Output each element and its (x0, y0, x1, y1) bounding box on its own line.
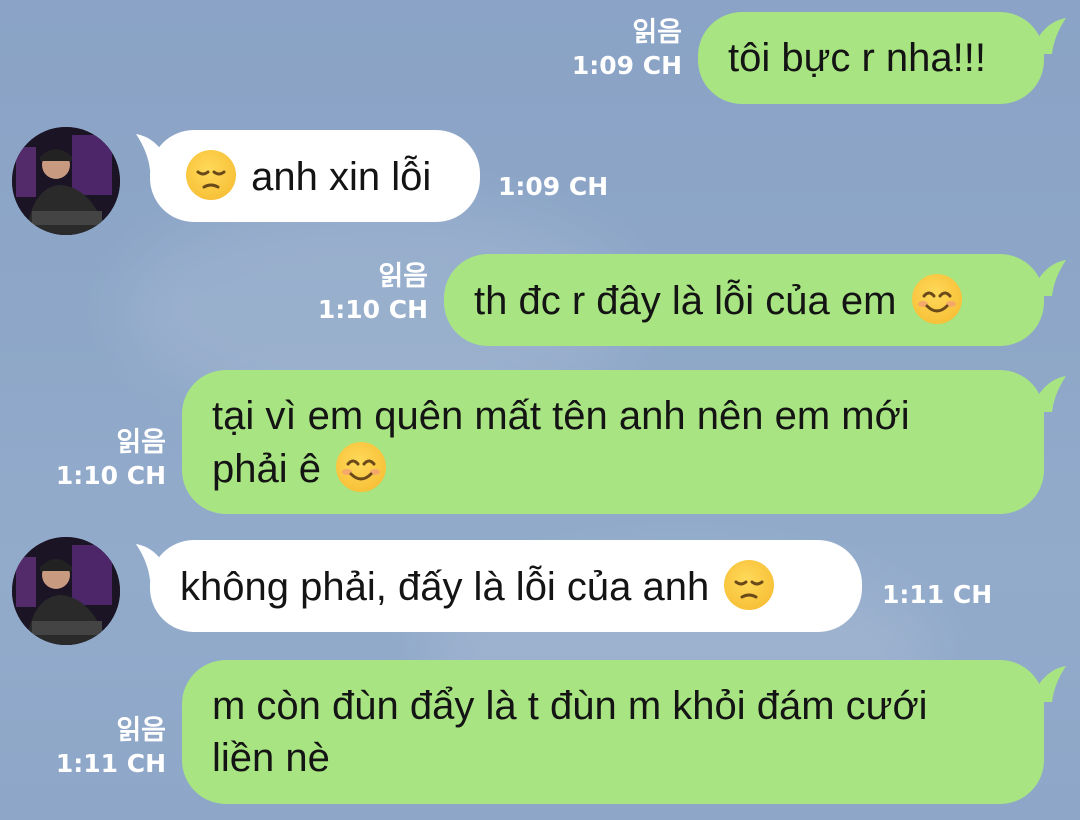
message-meta: 읽음 1:11 CH (24, 714, 166, 780)
avatar[interactable] (12, 537, 120, 645)
read-status: 읽음 (116, 427, 166, 458)
avatar[interactable] (12, 127, 120, 235)
message-text: tôi bực r nha!!! (728, 36, 987, 80)
pensive-face-icon (186, 150, 236, 200)
message-text-line-2: liền nè (212, 736, 330, 780)
message-text-line-1: m còn đùn đẩy là t đùn m khỏi đám cưới (212, 684, 928, 728)
timestamp: 1:09 CH (498, 172, 609, 201)
message-bubble[interactable]: tại vì em quên mất tên anh nên em mới ph… (182, 370, 1044, 514)
timestamp: 1:11 CH (55, 749, 166, 778)
timestamp: 1:09 CH (571, 51, 682, 80)
message-meta: 읽음 1:10 CH (24, 426, 166, 492)
timestamp: 1:10 CH (317, 295, 428, 324)
read-status: 읽음 (378, 261, 428, 292)
message-bubble[interactable]: tôi bực r nha!!! (698, 12, 1044, 104)
message-bubble[interactable]: không phải, đấy là lỗi của anh (150, 540, 862, 632)
message-bubble[interactable]: th đc r đây là lỗi của em (444, 254, 1044, 346)
message-bubble[interactable]: anh xin lỗi (150, 130, 480, 222)
message-bubble[interactable]: m còn đùn đẩy là t đùn m khỏi đám cưới l… (182, 660, 1044, 804)
message-text: không phải, đấy là lỗi của anh (180, 565, 710, 609)
read-status: 읽음 (632, 17, 682, 48)
smiling-face-icon (336, 442, 387, 492)
message-meta: 읽음 1:10 CH (286, 260, 428, 326)
message-text: anh xin lỗi (251, 155, 432, 199)
smiling-face-icon (911, 274, 962, 324)
message-meta: 읽음 1:09 CH (540, 16, 682, 82)
pensive-face-icon (724, 560, 775, 610)
message-text-line-1: tại vì em quên mất tên anh nên em mới (212, 394, 910, 438)
message-text: th đc r đây là lỗi của em (474, 279, 897, 323)
message-text-line-2: phải ê (212, 447, 321, 491)
timestamp: 1:11 CH (882, 580, 993, 609)
timestamp: 1:10 CH (55, 461, 166, 490)
read-status: 읽음 (116, 715, 166, 746)
